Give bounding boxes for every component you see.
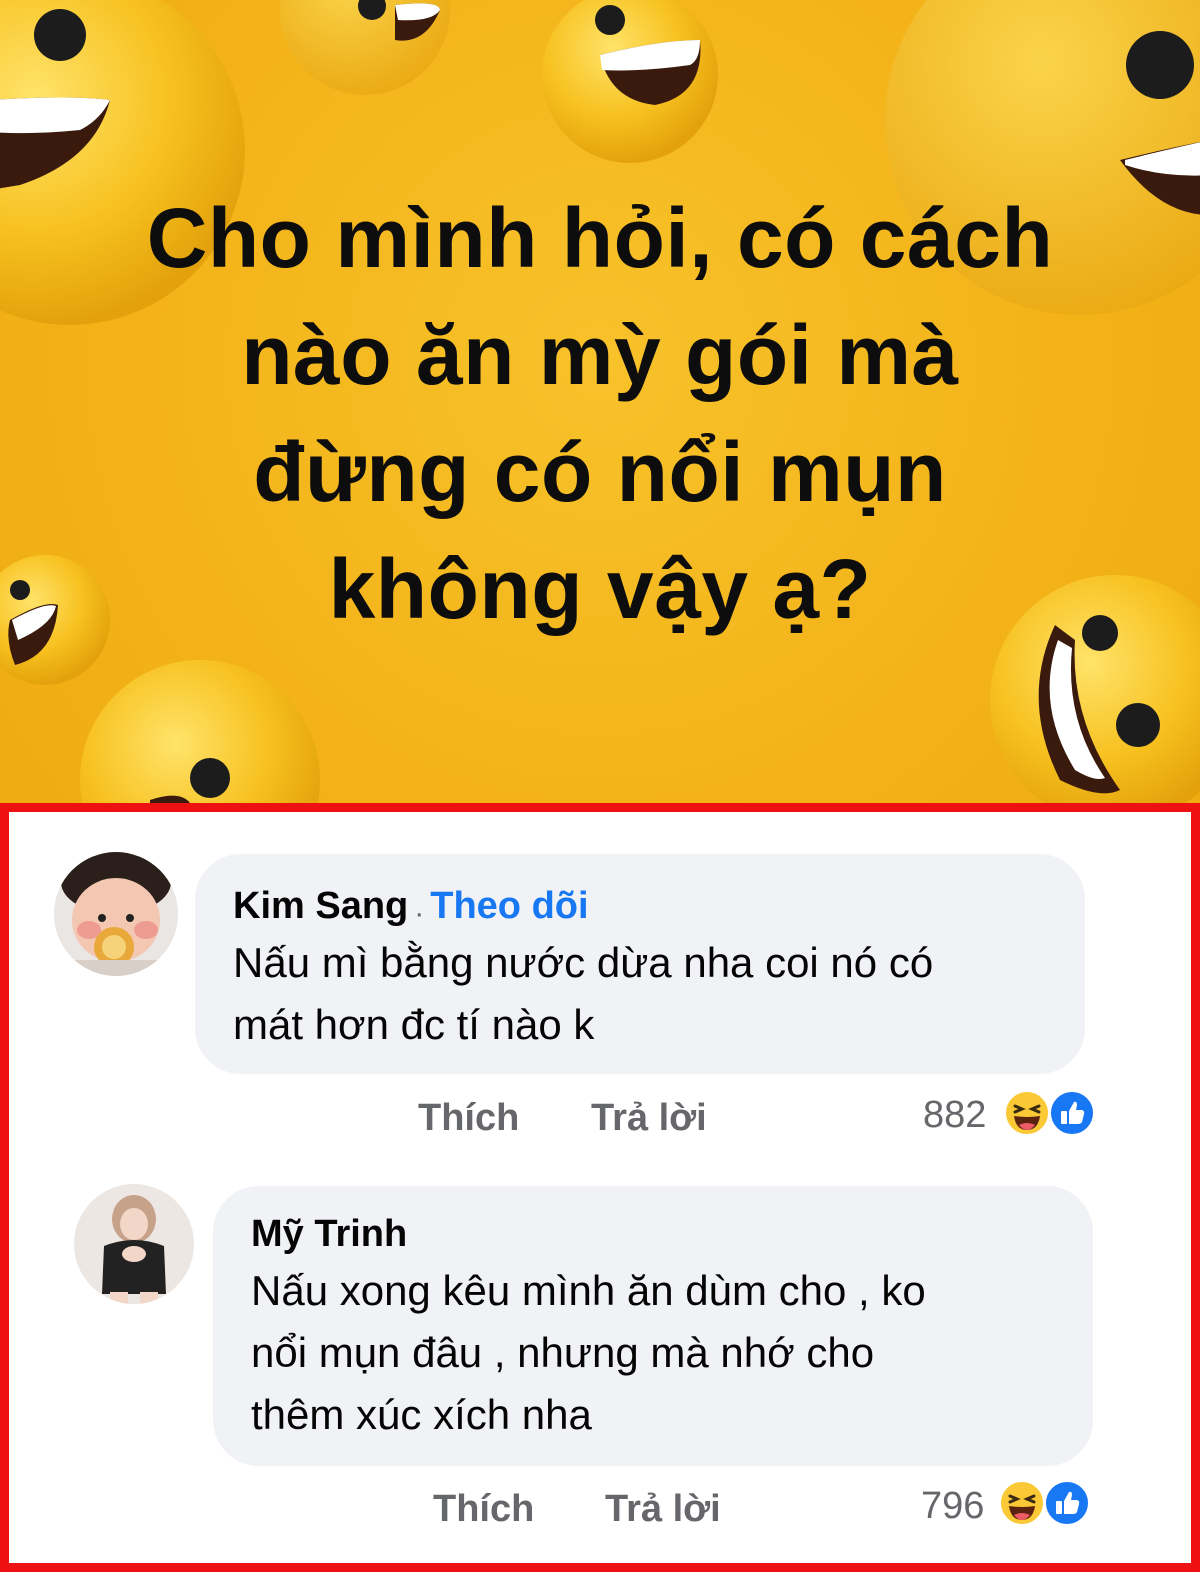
reaction-count[interactable]: 796 — [921, 1485, 984, 1528]
reply-button[interactable]: Trả lời — [591, 1097, 707, 1140]
comment-bubble: Kim Sang · Theo dõi Nấu mì bằng nước dừa n… — [195, 854, 1085, 1074]
comment-bubble: Mỹ Trinh Nấu xong kêu mình ăn dùm cho , … — [213, 1186, 1093, 1466]
comment-text-line: nổi mụn đâu , nhưng mà nhớ cho — [251, 1329, 875, 1376]
like-icon — [1049, 1090, 1095, 1141]
post-image: Cho mình hỏi, có cách nào ăn mỳ gói mà đ… — [0, 0, 1200, 803]
like-icon — [1044, 1480, 1090, 1531]
reaction-count[interactable]: 882 — [923, 1094, 986, 1137]
comment-text-line: thêm xúc xích nha — [251, 1391, 592, 1438]
comment-text: Nấu xong kêu mình ăn dùm cho , ko nổi mụ… — [251, 1260, 1055, 1446]
avatar[interactable] — [74, 1184, 194, 1304]
laughing-emoji-icon — [80, 660, 320, 803]
post-question-line: Cho mình hỏi, có cách — [146, 191, 1054, 285]
laughing-emoji-icon — [280, 0, 450, 95]
post-question-line: không vậy ạ? — [328, 542, 872, 636]
comment-text: Nấu mì bằng nước dừa nha coi nó có mát h… — [233, 932, 1047, 1056]
reply-button[interactable]: Trả lời — [605, 1488, 721, 1531]
post-question: Cho mình hỏi, có cách nào ăn mỳ gói mà đ… — [0, 180, 1200, 648]
haha-icon — [999, 1480, 1045, 1531]
like-button[interactable]: Thích — [433, 1488, 534, 1531]
comment-text-line: mát hơn đc tí nào k — [233, 1001, 595, 1048]
like-button[interactable]: Thích — [418, 1097, 519, 1140]
screenshot: Cho mình hỏi, có cách nào ăn mỳ gói mà đ… — [0, 0, 1200, 1572]
haha-icon — [1004, 1090, 1050, 1141]
comment-author[interactable]: Mỹ Trinh — [251, 1213, 407, 1255]
comment-author[interactable]: Kim Sang — [233, 885, 408, 927]
comments-highlight-box: Kim Sang · Theo dõi Nấu mì bằng nước dừa n… — [0, 803, 1200, 1572]
comment-text-line: Nấu mì bằng nước dừa nha coi nó có — [233, 939, 934, 986]
post-question-line: đừng có nổi mụn — [253, 425, 947, 519]
follow-link[interactable]: Theo dõi — [430, 885, 588, 927]
laughing-emoji-icon — [542, 0, 718, 163]
post-question-line: nào ăn mỳ gói mà — [241, 308, 959, 402]
avatar[interactable] — [54, 852, 178, 976]
comment-text-line: Nấu xong kêu mình ăn dùm cho , ko — [251, 1267, 926, 1314]
separator-dot: · — [414, 896, 425, 930]
